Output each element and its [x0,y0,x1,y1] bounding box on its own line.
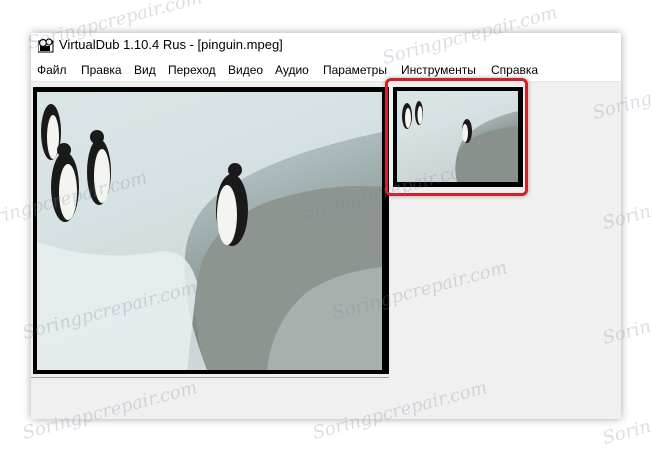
menu-help[interactable]: Справка [491,63,538,77]
menu-options[interactable]: Параметры [323,63,387,77]
video-frame-image [37,92,382,370]
title-bar[interactable]: VirtualDub 1.10.4 Rus - [pinguin.mpeg] [31,33,621,59]
menu-audio[interactable]: Аудио [275,63,309,77]
penguin-scene-image [37,92,382,370]
menu-go[interactable]: Переход [168,63,216,77]
input-video-pane[interactable] [33,87,389,374]
penguin-thumb-image [397,91,518,182]
virtualdub-app-icon [38,38,54,53]
menu-bar: Файл Правка Вид Переход Видео Аудио Пара… [31,59,621,82]
menu-video[interactable]: Видео [228,63,263,77]
window-title: VirtualDub 1.10.4 Rus - [pinguin.mpeg] [59,37,283,52]
video-thumbnail-image [397,91,518,182]
input-pane-border [31,374,389,378]
menu-tools[interactable]: Инструменты [401,63,476,77]
app-window: VirtualDub 1.10.4 Rus - [pinguin.mpeg] Ф… [31,33,621,419]
menu-file[interactable]: Файл [37,63,67,77]
menu-view[interactable]: Вид [134,63,156,77]
menu-edit[interactable]: Правка [81,63,122,77]
output-video-pane[interactable] [393,87,523,187]
